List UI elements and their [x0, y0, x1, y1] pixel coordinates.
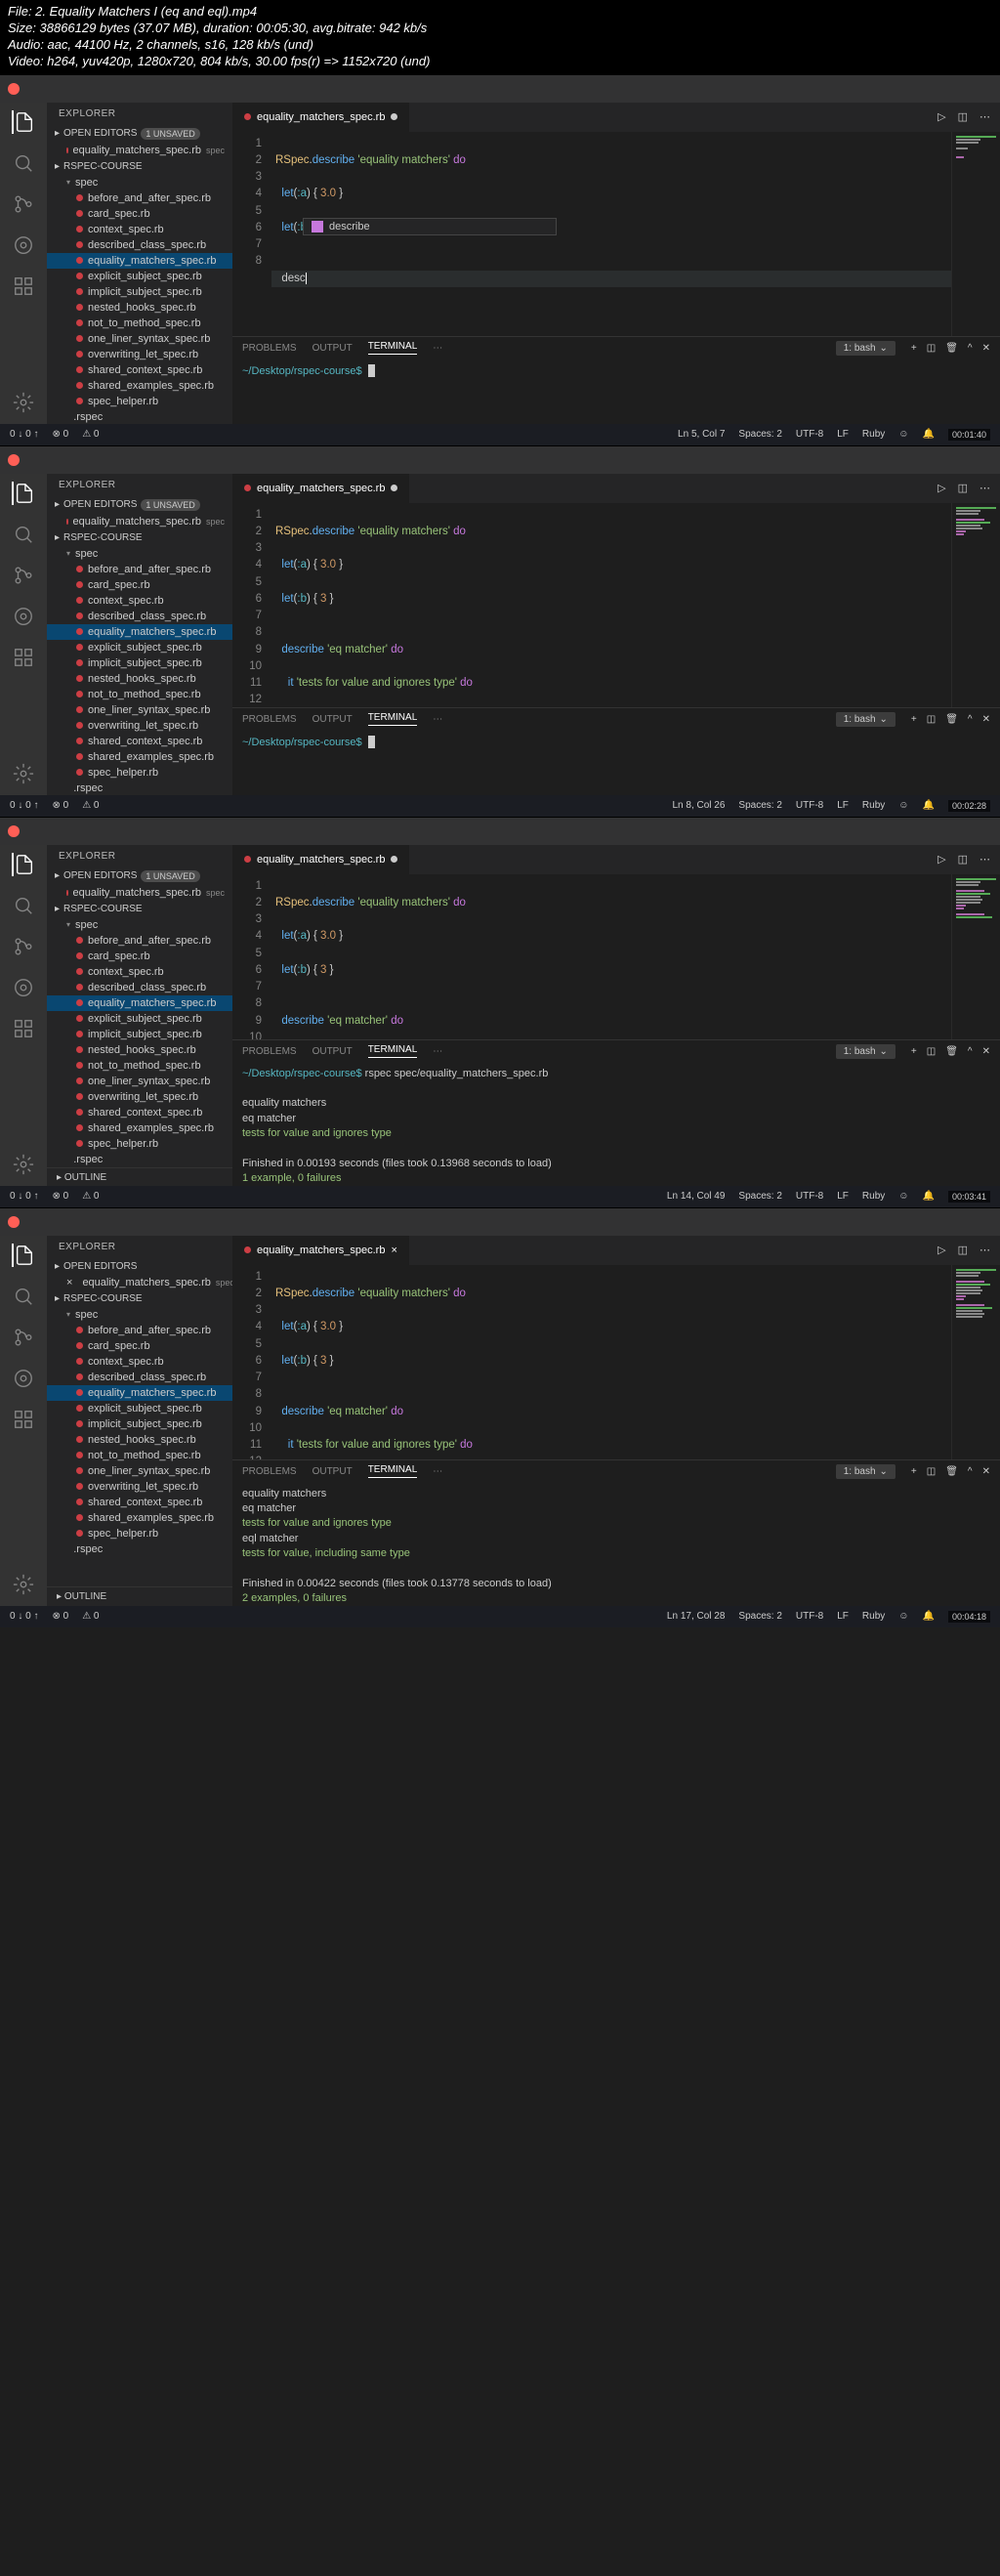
- project-head[interactable]: ▸RSPEC-COURSE: [47, 158, 232, 175]
- explorer-icon[interactable]: [12, 1244, 35, 1267]
- debug-icon[interactable]: [12, 1367, 35, 1390]
- file-item-active[interactable]: equality_matchers_spec.rb: [47, 253, 232, 269]
- file-item[interactable]: shared_examples_spec.rb: [47, 378, 232, 394]
- meta-video: Video: h264, yuv420p, 1280x720, 804 kb/s…: [8, 54, 992, 70]
- screenshot-1: EXPLORER ▸OPEN EDITORS1 UNSAVED equality…: [0, 74, 1000, 445]
- settings-icon[interactable]: [12, 1573, 35, 1596]
- debug-icon[interactable]: [12, 605, 35, 628]
- extensions-icon[interactable]: [12, 1408, 35, 1431]
- bell-icon[interactable]: 🔔: [923, 429, 935, 440]
- file-metadata: File: 2. Equality Matchers I (eq and eql…: [0, 0, 1000, 74]
- search-icon[interactable]: [12, 523, 35, 546]
- activity-bar: [0, 103, 47, 424]
- meta-audio: Audio: aac, 44100 Hz, 2 channels, s16, 1…: [8, 37, 992, 54]
- close-tab-icon[interactable]: ×: [391, 1245, 396, 1256]
- shell-select[interactable]: 1: bash⌄: [836, 341, 896, 356]
- close-window-icon[interactable]: [8, 83, 20, 95]
- status-warnings[interactable]: ⚠ 0: [82, 429, 99, 440]
- meta-file: File: 2. Equality Matchers I (eq and eql…: [8, 4, 992, 21]
- search-icon[interactable]: [12, 894, 35, 917]
- eol[interactable]: LF: [837, 429, 849, 440]
- more-icon[interactable]: ⋯: [433, 343, 442, 354]
- file-item[interactable]: nested_hooks_spec.rb: [47, 300, 232, 316]
- screenshot-2: EXPLORER ▸OPEN EDITORS1 UNSAVED equality…: [0, 445, 1000, 817]
- file-item[interactable]: explicit_subject_spec.rb: [47, 269, 232, 284]
- split-icon[interactable]: ◫: [958, 110, 968, 123]
- status-bar: 0 ↓ 0 ↑ ⊗ 0 ⚠ 0 Ln 5, Col 7 Spaces: 2 UT…: [0, 424, 1000, 445]
- explorer-icon[interactable]: [12, 110, 35, 134]
- encoding[interactable]: UTF-8: [796, 429, 823, 440]
- close-window-icon[interactable]: [8, 1216, 20, 1228]
- open-editor-file[interactable]: equality_matchers_spec.rbspec: [47, 143, 232, 158]
- terminal-panel: PROBLEMS OUTPUT TERMINAL ⋯ 1: bash⌄ + ◫ 🗑 ^…: [232, 336, 1000, 424]
- search-icon[interactable]: [12, 1285, 35, 1308]
- file-item[interactable]: not_to_method_spec.rb: [47, 316, 232, 331]
- close-window-icon[interactable]: [8, 825, 20, 837]
- file-item[interactable]: implicit_subject_spec.rb: [47, 284, 232, 300]
- source-control-icon[interactable]: [12, 564, 35, 587]
- status-errors[interactable]: ⊗ 0: [52, 429, 68, 440]
- timestamp: 00:01:40: [948, 429, 990, 441]
- open-editors-head[interactable]: ▸OPEN EDITORS1 UNSAVED: [47, 125, 232, 143]
- problems-tab[interactable]: PROBLEMS: [242, 343, 297, 354]
- file-item[interactable]: before_and_after_spec.rb: [47, 190, 232, 206]
- search-icon[interactable]: [12, 151, 35, 175]
- terminal-output[interactable]: ~/Desktop/rspec-course$: [232, 359, 1000, 424]
- cursor-position[interactable]: Ln 5, Col 7: [678, 429, 725, 440]
- explorer-icon[interactable]: [12, 853, 35, 876]
- file-item[interactable]: context_spec.rb: [47, 222, 232, 237]
- file-item[interactable]: spec_helper.rb: [47, 394, 232, 409]
- file-item[interactable]: card_spec.rb: [47, 206, 232, 222]
- sidebar: EXPLORER ▸OPEN EDITORS1 UNSAVED equality…: [47, 103, 232, 424]
- source-control-icon[interactable]: [12, 192, 35, 216]
- split-terminal-icon[interactable]: ◫: [927, 343, 936, 354]
- close-window-icon[interactable]: [8, 454, 20, 466]
- settings-icon[interactable]: [12, 1153, 35, 1176]
- screenshot-3: EXPLORER ▸OPEN EDITORS1 UNSAVED equality…: [0, 817, 1000, 1207]
- debug-icon[interactable]: [12, 233, 35, 257]
- spec-folder[interactable]: ▾spec: [47, 175, 232, 190]
- rspec-file[interactable]: .rspec: [47, 409, 232, 424]
- tab-bar: equality_matchers_spec.rb ▷ ◫ ⋯: [232, 103, 1000, 132]
- source-control-icon[interactable]: [12, 935, 35, 958]
- suggestion-popup[interactable]: describe: [303, 218, 557, 235]
- language[interactable]: Ruby: [862, 429, 885, 440]
- file-item[interactable]: overwriting_let_spec.rb: [47, 347, 232, 362]
- source-control-icon[interactable]: [12, 1326, 35, 1349]
- modified-icon: [391, 113, 397, 120]
- trash-icon[interactable]: 🗑: [945, 343, 958, 354]
- explorer-icon[interactable]: [12, 482, 35, 505]
- more-icon[interactable]: ⋯: [979, 110, 990, 123]
- close-panel-icon[interactable]: ✕: [982, 343, 990, 354]
- indent[interactable]: Spaces: 2: [738, 429, 781, 440]
- terminal-tab[interactable]: TERMINAL: [368, 341, 418, 355]
- file-item[interactable]: one_liner_syntax_spec.rb: [47, 331, 232, 347]
- file-item[interactable]: shared_context_spec.rb: [47, 362, 232, 378]
- window-titlebar: [0, 75, 1000, 103]
- sidebar-title: EXPLORER: [47, 103, 232, 125]
- feedback-icon[interactable]: ☺: [898, 429, 908, 440]
- editor-tab[interactable]: equality_matchers_spec.rb: [232, 103, 410, 132]
- status-git[interactable]: 0 ↓ 0 ↑: [10, 429, 38, 440]
- settings-icon[interactable]: [12, 391, 35, 414]
- extensions-icon[interactable]: [12, 1017, 35, 1040]
- run-icon[interactable]: ▷: [938, 110, 945, 123]
- settings-icon[interactable]: [12, 762, 35, 785]
- extensions-icon[interactable]: [12, 646, 35, 669]
- file-item[interactable]: described_class_spec.rb: [47, 237, 232, 253]
- debug-icon[interactable]: [12, 976, 35, 999]
- minimap[interactable]: [951, 132, 1000, 336]
- code-editor[interactable]: 12345678 RSpec.describe 'equality matche…: [232, 132, 1000, 336]
- maximize-icon[interactable]: ^: [968, 343, 973, 354]
- output-tab[interactable]: OUTPUT: [312, 343, 353, 354]
- screenshot-4: EXPLORER ▸OPEN EDITORS ×equality_matcher…: [0, 1207, 1000, 1627]
- meta-size: Size: 38866129 bytes (37.07 MB), duratio…: [8, 21, 992, 37]
- extensions-icon[interactable]: [12, 274, 35, 298]
- new-terminal-icon[interactable]: +: [911, 343, 917, 354]
